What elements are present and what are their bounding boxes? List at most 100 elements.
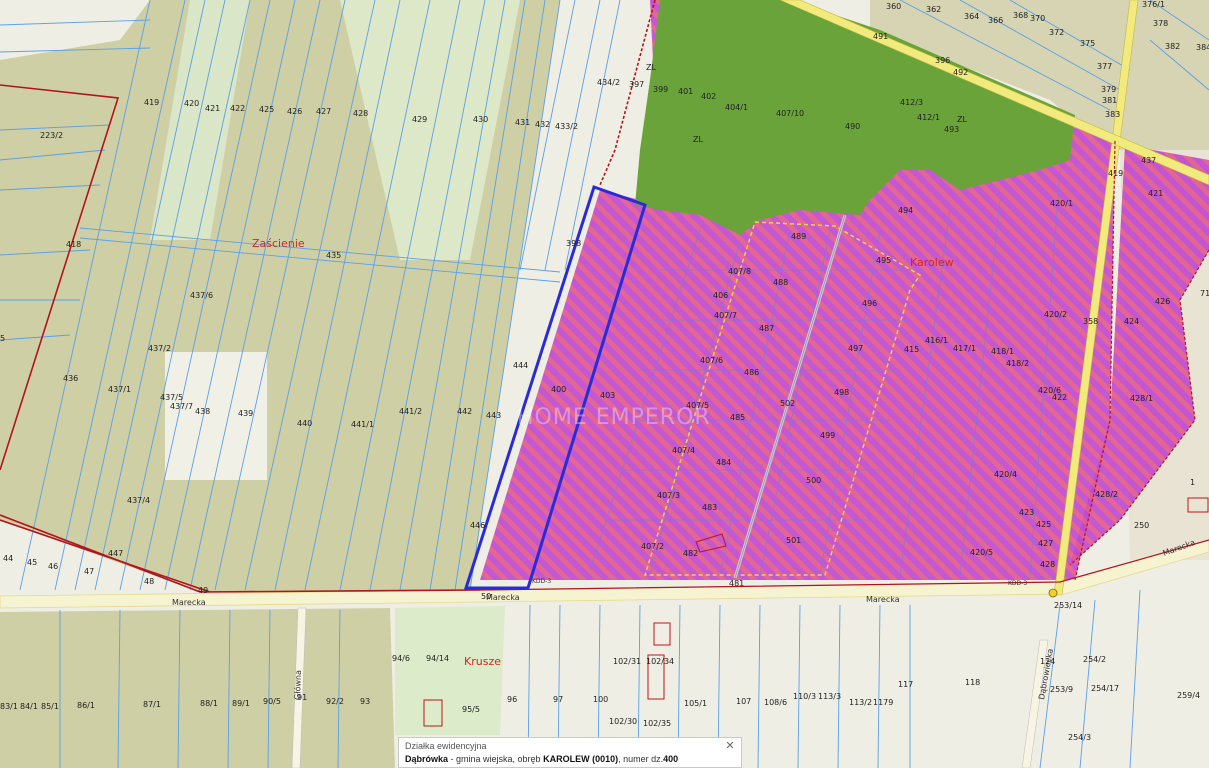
parcel-label: 358 bbox=[1083, 317, 1098, 326]
watermark: HOME EMPEROR bbox=[517, 405, 710, 430]
parcel-label: 108/6 bbox=[764, 698, 787, 707]
parcel-label: 420/2 bbox=[1044, 310, 1067, 319]
place-label-karolew: Karolew bbox=[910, 256, 954, 269]
parcel-label: 1179 bbox=[873, 698, 893, 707]
parcel-label: 95/5 bbox=[462, 705, 480, 714]
parcel-label: 412/3 bbox=[900, 98, 923, 107]
parcel-label: 397 bbox=[629, 80, 644, 89]
parcel-label: 421 bbox=[205, 104, 220, 113]
parcel-label: 443 bbox=[486, 411, 501, 420]
parcel-label: 412/1 bbox=[917, 113, 940, 122]
parcel-label: 44 bbox=[3, 554, 13, 563]
parcel-label: 407/6 bbox=[700, 356, 723, 365]
parcel-label: 90/5 bbox=[263, 697, 281, 706]
parcel-label: 94/6 bbox=[392, 654, 410, 663]
parcel-label: 124 bbox=[1040, 657, 1055, 666]
parcel-label: 407/10 bbox=[776, 109, 804, 118]
parcel-label: 438 bbox=[195, 407, 210, 416]
road-label-marecka-3: Marecka bbox=[866, 595, 900, 604]
parcel-label: ZL bbox=[957, 115, 967, 124]
parcel-label: 254/3 bbox=[1068, 733, 1091, 742]
parcel-label: 50 bbox=[481, 592, 491, 601]
parcel-label: 426 bbox=[1155, 297, 1170, 306]
parcel-label: 418/2 bbox=[1006, 359, 1029, 368]
parcel-label: 102/35 bbox=[643, 719, 671, 728]
parcel-label: 484 bbox=[716, 458, 731, 467]
parcel-label: 259/4 bbox=[1177, 691, 1200, 700]
parcel-label: 423 bbox=[1019, 508, 1034, 517]
parcel-label: 382 bbox=[1165, 42, 1180, 51]
popup-title: Działka ewidencyjna bbox=[405, 741, 487, 751]
parcel-label: 113/2 bbox=[849, 698, 872, 707]
parcel-label: 83/1 bbox=[0, 702, 18, 711]
parcel-label: 400 bbox=[551, 385, 566, 394]
parcel-label: 100 bbox=[593, 695, 608, 704]
parcel-label: ZL bbox=[693, 135, 703, 144]
parcel-label: 428/2 bbox=[1095, 490, 1118, 499]
road-label-kdd-1: KDD-3 bbox=[532, 578, 551, 585]
parcel-label: 102/31 bbox=[613, 657, 641, 666]
parcel-label: 434/2 bbox=[597, 78, 620, 87]
parcel-label: 49 bbox=[198, 586, 208, 595]
parcel-label: 442 bbox=[457, 407, 472, 416]
parcel-label: 253/14 bbox=[1054, 601, 1082, 610]
parcel-label: 91 bbox=[297, 693, 307, 702]
parcel-label: 102/30 bbox=[609, 717, 637, 726]
parcel-label: 381 bbox=[1102, 96, 1117, 105]
parcel-label: 401 bbox=[678, 87, 693, 96]
parcel-label: 406 bbox=[713, 291, 728, 300]
parcel-label: 407/8 bbox=[728, 267, 751, 276]
parcel-label: 499 bbox=[820, 431, 835, 440]
road-junction-marker bbox=[1048, 588, 1058, 598]
parcel-label: 433/2 bbox=[555, 122, 578, 131]
parcel-label: 102/34 bbox=[646, 657, 674, 666]
parcel-label: 71 bbox=[1200, 289, 1209, 298]
parcel-label: 436 bbox=[63, 374, 78, 383]
parcel-label: 437/5 bbox=[160, 393, 183, 402]
parcel-label: 483 bbox=[702, 503, 717, 512]
road-label-kdd-2: KDD-3 bbox=[1008, 580, 1027, 587]
parcel-label: 250 bbox=[1134, 521, 1149, 530]
parcel-info-popup: Działka ewidencyjna Dąbrówka - gmina wie… bbox=[398, 737, 742, 768]
parcel-label: 48 bbox=[144, 577, 154, 586]
parcel-label: 416/1 bbox=[925, 336, 948, 345]
parcel-label: 495 bbox=[876, 256, 891, 265]
parcel-label: 398 bbox=[566, 239, 581, 248]
parcel-label: 420/5 bbox=[970, 548, 993, 557]
parcel-label: 110/3 bbox=[793, 692, 816, 701]
parcel-label: 45 bbox=[27, 558, 37, 567]
parcel-label: 223/2 bbox=[40, 131, 63, 140]
parcel-label: 403 bbox=[600, 391, 615, 400]
parcel-label: 493 bbox=[944, 125, 959, 134]
popup-sep1: , obręb bbox=[512, 754, 544, 764]
parcel-label: 498 bbox=[834, 388, 849, 397]
cadastral-map[interactable]: HOME EMPEROR Zaścienie Karolew Krusze Ma… bbox=[0, 0, 1209, 768]
parcel-label: 441/2 bbox=[399, 407, 422, 416]
parcel-label: 402 bbox=[701, 92, 716, 101]
parcel-label: 372 bbox=[1049, 28, 1064, 37]
parcel-label: 47 bbox=[84, 567, 94, 576]
parcel-label: 419 bbox=[1108, 169, 1123, 178]
parcel-label: 254/2 bbox=[1083, 655, 1106, 664]
parcel-label: 360 bbox=[886, 2, 901, 11]
parcel-label: 383 bbox=[1105, 110, 1120, 119]
close-icon[interactable]: ✕ bbox=[724, 740, 736, 752]
parcel-label: 362 bbox=[926, 5, 941, 14]
parcel-label: 96 bbox=[507, 695, 517, 704]
parcel-label: 384 bbox=[1196, 43, 1209, 52]
popup-type: - gmina wiejska bbox=[448, 754, 513, 764]
parcel-label: ZL bbox=[646, 63, 656, 72]
parcel-label: 490 bbox=[845, 122, 860, 131]
parcel-label: 435 bbox=[326, 251, 341, 260]
parcel-label: 427 bbox=[1038, 539, 1053, 548]
parcel-label: 407/5 bbox=[686, 401, 709, 410]
parcel-label: 430 bbox=[473, 115, 488, 124]
parcel-label: 407/3 bbox=[657, 491, 680, 500]
parcel-label: 481 bbox=[729, 579, 744, 588]
parcel-label: 431 bbox=[515, 118, 530, 127]
parcel-label: 437/4 bbox=[127, 496, 150, 505]
farmland-south bbox=[0, 608, 395, 768]
popup-precinct: KAROLEW (0010) bbox=[543, 754, 619, 764]
parcel-label: 118 bbox=[965, 678, 980, 687]
parcel-label: 427 bbox=[316, 107, 331, 116]
